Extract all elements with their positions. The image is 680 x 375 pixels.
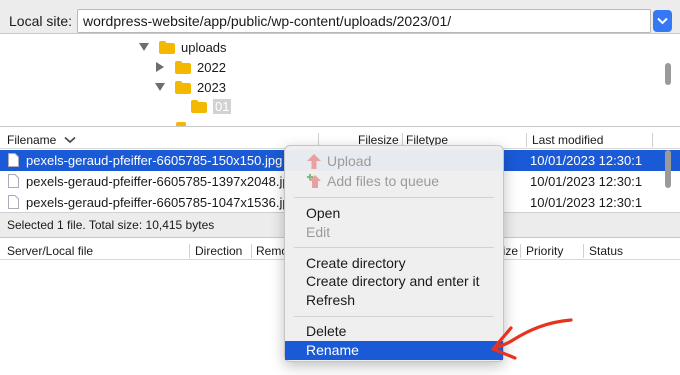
column-divider[interactable] (526, 133, 527, 147)
annotation-arrow-icon (491, 318, 573, 360)
local-site-path-input[interactable]: wordpress-website/app/public/wp-content/… (77, 9, 651, 33)
menu-item-label: Upload (327, 153, 372, 169)
expanded-triangle-icon[interactable] (139, 42, 149, 52)
menu-item-delete[interactable]: Delete (285, 322, 503, 341)
tree-item-2022[interactable]: 2022 (155, 57, 226, 77)
column-last-modified[interactable]: Last modified (532, 133, 603, 147)
collapsed-triangle-icon[interactable] (155, 62, 165, 72)
file-name: pexels-geraud-pfeiffer-6605785-1047x1536… (26, 195, 284, 210)
sort-chevron-icon[interactable] (64, 136, 76, 144)
column-filename[interactable]: Filename (7, 133, 76, 147)
folder-open-icon (191, 99, 207, 113)
context-menu: Upload Add files to queue Open Edit Crea… (284, 145, 504, 362)
column-divider[interactable] (189, 244, 190, 258)
menu-item-open[interactable]: Open (285, 204, 503, 223)
tree-item-label: 2022 (197, 59, 226, 75)
file-modified: 10/01/2023 12:30:15 (530, 195, 642, 210)
add-to-queue-icon (307, 174, 321, 188)
tree-item-label: 01 (213, 98, 232, 114)
menu-separator (294, 197, 494, 198)
file-modified: 10/01/2023 12:30:15 (530, 153, 642, 168)
selection-status-text: Selected 1 file. Total size: 10,415 byte… (7, 218, 215, 232)
folder-icon (175, 80, 191, 94)
chevron-down-icon (657, 17, 668, 25)
folder-icon (175, 60, 191, 74)
menu-item-label: Add files to queue (327, 173, 440, 189)
folder-icon (176, 122, 186, 126)
menu-item-add-files-to-queue[interactable]: Add files to queue (285, 172, 503, 191)
menu-item-rename[interactable]: Rename (285, 341, 503, 360)
menu-item-label: Open (306, 205, 341, 221)
menu-item-refresh[interactable]: Refresh (285, 291, 503, 310)
menu-item-label: Refresh (306, 292, 356, 308)
tree-scrollbar-thumb[interactable] (665, 63, 671, 85)
expanded-triangle-icon[interactable] (155, 82, 165, 92)
menu-item-create-directory[interactable]: Create directory (285, 254, 503, 273)
local-directory-tree[interactable]: uploads 2022 2023 01 (0, 34, 680, 127)
column-divider[interactable] (583, 244, 584, 258)
file-list-scrollbar-thumb[interactable] (665, 150, 671, 188)
column-remote-file[interactable]: Remote file (256, 244, 284, 258)
column-priority[interactable]: Priority (526, 244, 563, 258)
file-modified: 10/01/2023 12:30:15 (530, 174, 642, 189)
tree-item-label: uploads (181, 39, 227, 55)
file-icon (8, 195, 19, 209)
column-status[interactable]: Status (589, 244, 623, 258)
menu-item-label: Rename (306, 342, 359, 358)
folder-icon (159, 40, 175, 54)
column-server-local-file[interactable]: Server/Local file (7, 244, 93, 258)
column-divider[interactable] (652, 133, 653, 147)
tree-item-label: 2023 (197, 79, 226, 95)
file-icon (8, 153, 19, 167)
menu-item-edit[interactable]: Edit (285, 223, 503, 242)
menu-item-label: Edit (306, 224, 331, 240)
column-filename-label: Filename (7, 133, 57, 147)
tree-item-2023[interactable]: 2023 (155, 77, 226, 97)
menu-item-label: Delete (306, 323, 347, 339)
column-direction[interactable]: Direction (195, 244, 242, 258)
menu-item-upload[interactable]: Upload (285, 152, 503, 171)
upload-arrow-icon (307, 154, 321, 169)
file-name: pexels-geraud-pfeiffer-6605785-1397x2048… (26, 174, 284, 189)
tree-item-uploads[interactable]: uploads (139, 37, 227, 57)
menu-item-create-directory-and-enter[interactable]: Create directory and enter it (285, 272, 503, 291)
menu-item-label: Create directory and enter it (306, 273, 480, 289)
menu-separator (294, 316, 494, 317)
menu-item-label: Create directory (306, 255, 406, 271)
column-divider[interactable] (520, 244, 521, 258)
column-divider[interactable] (251, 244, 252, 258)
local-site-bar: Local site: wordpress-website/app/public… (0, 0, 680, 34)
column-size[interactable]: Size (504, 244, 518, 258)
file-name: pexels-geraud-pfeiffer-6605785-150x150.j… (26, 153, 283, 168)
menu-separator (294, 247, 494, 248)
local-site-label: Local site: (9, 13, 73, 29)
local-site-dropdown-button[interactable] (653, 10, 672, 32)
file-icon (8, 174, 19, 188)
tree-item-01[interactable]: 01 (191, 96, 232, 116)
